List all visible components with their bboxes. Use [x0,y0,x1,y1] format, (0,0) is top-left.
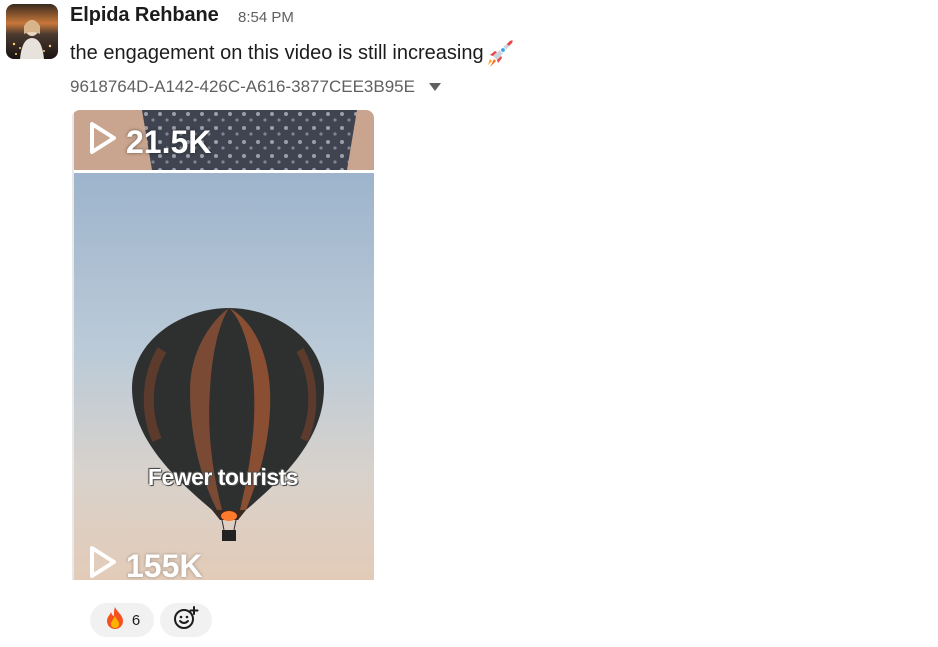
video-thumbnail[interactable] [72,110,374,580]
attachment-title-row: 9618764D-A142-426C-A616-3877CEE3B95E [70,77,441,97]
attachment-name[interactable]: 9618764D-A142-426C-A616-3877CEE3B95E [70,77,415,97]
video-caption: Fewer tourists [147,464,299,490]
bottom-views-label: 155K [88,545,203,587]
rocket-icon [484,37,516,69]
play-icon [88,121,118,163]
avatar[interactable] [6,4,58,59]
add-reaction-button[interactable] [160,603,212,637]
reactions-bar: 6 [90,603,212,637]
sender-name[interactable]: Elpida Rehbane [70,4,219,27]
play-icon [88,545,118,587]
bottom-views-count: 155K [126,547,203,584]
message-timestamp[interactable]: 8:54 PM [238,9,294,26]
chevron-down-icon[interactable] [428,83,441,91]
reaction-count: 6 [131,611,141,629]
top-views-label: 21.5K [88,121,211,163]
top-views-count: 21.5K [126,123,212,160]
fire-emoji-icon [104,606,126,634]
add-reaction-icon [173,605,199,636]
message-body: the engagement on this video is still in… [70,41,484,64]
reaction-fire[interactable]: 6 [90,603,154,637]
message-text: the engagement on this video is still in… [70,37,516,69]
